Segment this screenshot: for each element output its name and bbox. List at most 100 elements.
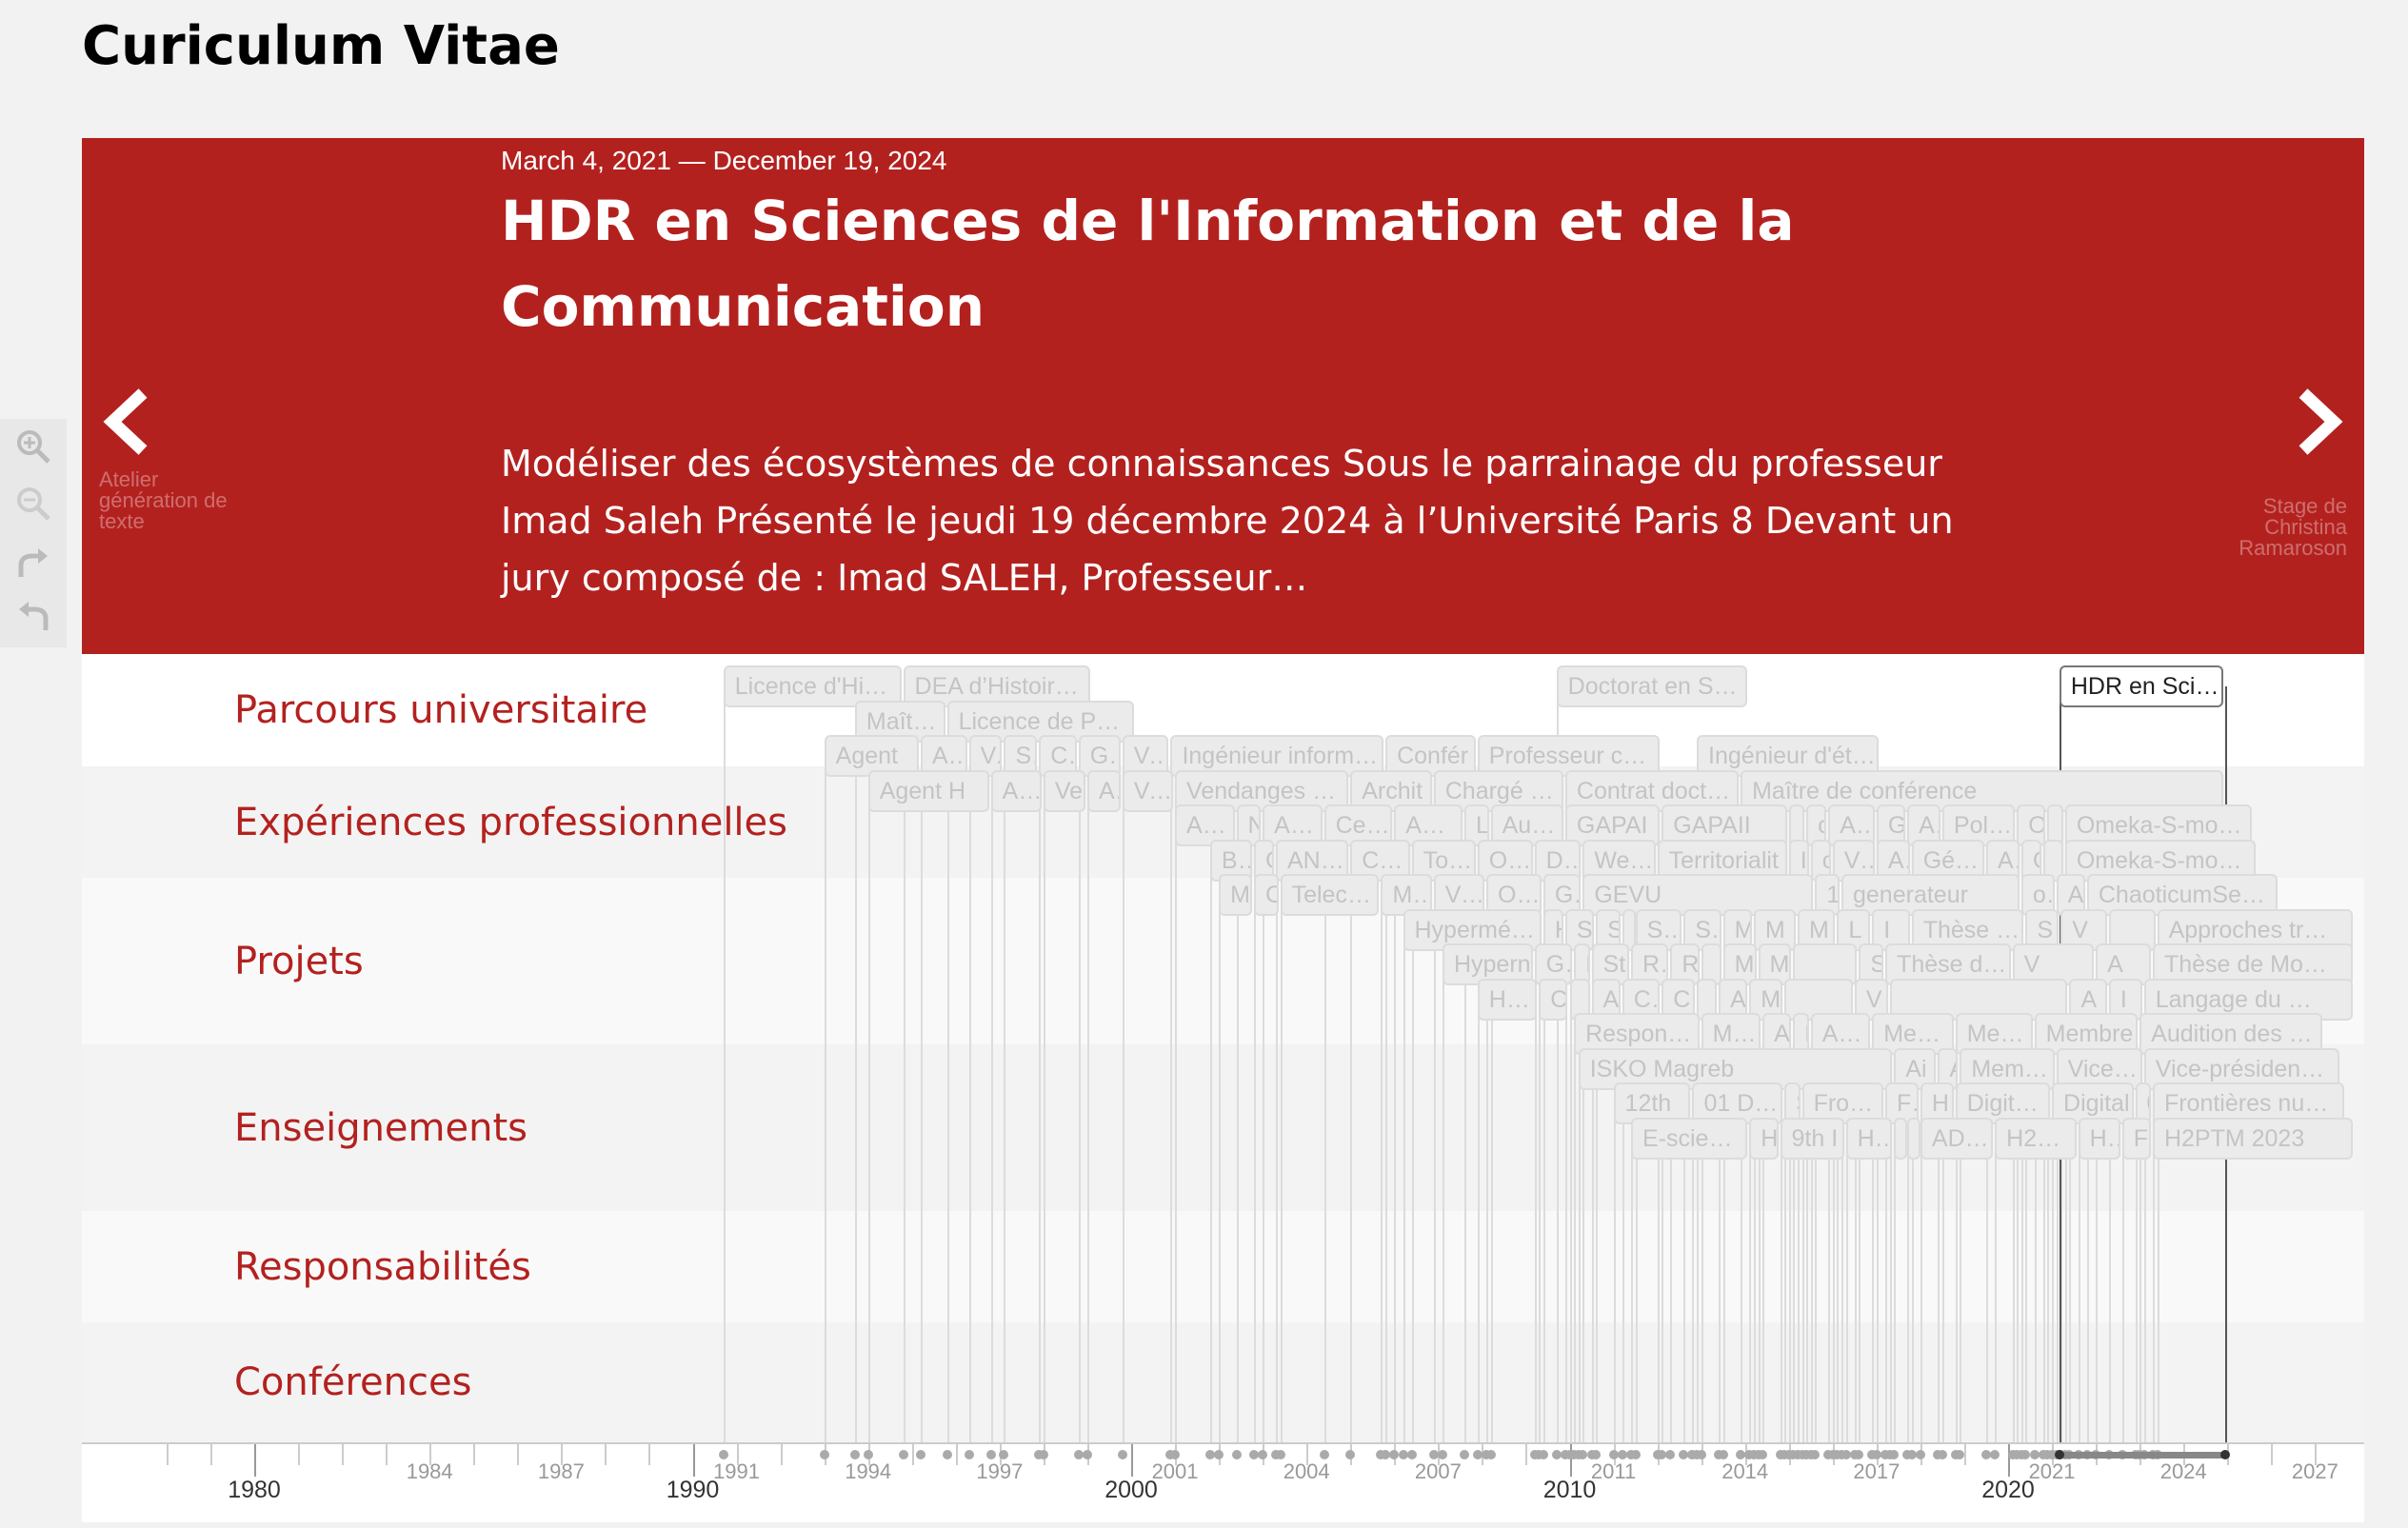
axis-event-dot[interactable]	[718, 1450, 728, 1459]
axis-event-dot[interactable]	[1841, 1450, 1851, 1459]
event-connector-line	[1086, 790, 1089, 1442]
event-marker[interactable]: M	[1219, 874, 1252, 916]
axis-event-dot[interactable]	[1687, 1450, 1698, 1459]
axis-event-dot[interactable]	[1889, 1450, 1900, 1459]
event-connector-line	[946, 721, 949, 1442]
event-marker[interactable]: H2PTM 2023	[2152, 1117, 2353, 1160]
axis-tick-label-major: 1980	[228, 1477, 281, 1503]
axis-tick	[342, 1444, 345, 1465]
axis-event-dot[interactable]	[1117, 1450, 1127, 1459]
axis-event-dot[interactable]	[1915, 1450, 1925, 1459]
axis-event-dot[interactable]	[898, 1450, 908, 1459]
event-marker[interactable]: Vendan	[1122, 769, 1174, 812]
axis-event-dot[interactable]	[1459, 1450, 1469, 1459]
axis-event-dot[interactable]	[1214, 1450, 1224, 1459]
next-slide-button[interactable]: Stage de Christina Ramaroson	[2185, 387, 2347, 559]
timeline-time-axis[interactable]: 1984 1987 1991 1994 1997 2001 2004 2007 2011 2014…	[82, 1442, 2364, 1522]
axis-event-dot[interactable]	[985, 1450, 996, 1459]
event-marker[interactable]: Ve	[1043, 769, 1085, 812]
axis-event-dot[interactable]	[1170, 1450, 1181, 1459]
event-marker[interactable]: ADACE	[1920, 1117, 1994, 1160]
axis-event-dot[interactable]	[1933, 1450, 1943, 1459]
axis-event-dot[interactable]	[1714, 1450, 1724, 1459]
axis-event-dot[interactable]	[849, 1450, 860, 1459]
event-connector-line	[1275, 860, 1278, 1442]
axis-event-dot[interactable]	[1573, 1450, 1583, 1459]
axis-event-dot[interactable]	[942, 1450, 952, 1459]
axis-event-dot[interactable]	[1376, 1450, 1386, 1459]
zoom-in-icon[interactable]	[13, 427, 53, 466]
axis-event-dot[interactable]	[1406, 1450, 1417, 1459]
axis-event-dot[interactable]	[1534, 1450, 1544, 1459]
event-connector-line	[1920, 1138, 1922, 1442]
axis-tick-label: 2004	[1283, 1459, 1330, 1483]
axis-event-dot[interactable]	[1319, 1450, 1329, 1459]
event-marker[interactable]: E-science	[1630, 1117, 1748, 1160]
axis-active-dot[interactable]	[2054, 1450, 2064, 1459]
axis-event-dot[interactable]	[1586, 1450, 1597, 1459]
axis-event-dot[interactable]	[1038, 1450, 1048, 1459]
axis-event-dot[interactable]	[1955, 1450, 1965, 1459]
axis-event-dot[interactable]	[1867, 1450, 1878, 1459]
event-marker[interactable]: Doctorat en S…	[1556, 665, 1748, 707]
event-marker[interactable]: (	[1907, 1117, 1921, 1160]
axis-event-dot[interactable]	[1810, 1450, 1821, 1459]
axis-event-dot[interactable]	[1231, 1450, 1242, 1459]
timeline-navigator[interactable]: Parcours universitaire Expériences profe…	[82, 654, 2364, 1522]
axis-event-dot[interactable]	[1758, 1450, 1768, 1459]
event-marker[interactable]: C	[1539, 978, 1568, 1021]
event-marker[interactable]: Age	[990, 769, 1042, 812]
axis-event-dot[interactable]	[2029, 1450, 2040, 1459]
axis-event-dot[interactable]	[1775, 1450, 1785, 1459]
event-marker[interactable]: 9th I	[1780, 1117, 1844, 1160]
axis-event-dot[interactable]	[999, 1450, 1009, 1459]
zoom-out-icon[interactable]	[13, 484, 53, 524]
previous-slide-button[interactable]: Atelier génération de texte	[99, 387, 261, 532]
axis-event-dot[interactable]	[1082, 1450, 1092, 1459]
axis-event-dot[interactable]	[1258, 1450, 1268, 1459]
event-marker[interactable]: Ar	[1086, 769, 1121, 812]
axis-event-dot[interactable]	[1696, 1450, 1706, 1459]
event-marker[interactable]: C	[1253, 874, 1279, 916]
axis-event-dot[interactable]	[1652, 1450, 1662, 1459]
axis-event-dot[interactable]	[1345, 1450, 1356, 1459]
event-marker[interactable]: Telecom	[1280, 874, 1380, 916]
axis-event-dot[interactable]	[1437, 1450, 1447, 1459]
axis-event-dot[interactable]	[1398, 1450, 1408, 1459]
event-marker[interactable]: H2PTM	[1995, 1117, 2077, 1160]
undo-icon[interactable]	[13, 596, 53, 636]
axis-tick	[648, 1444, 651, 1465]
axis-event-dot[interactable]	[863, 1450, 873, 1459]
axis-event-dot[interactable]	[1625, 1450, 1636, 1459]
axis-event-dot[interactable]	[2007, 1450, 2018, 1459]
axis-tick-label: 2027	[2291, 1459, 2338, 1483]
event-connector-line	[1907, 1138, 1910, 1442]
event-marker[interactable]: H2F	[1845, 1117, 1893, 1160]
event-marker[interactable]: H	[1749, 1117, 1779, 1160]
axis-tick	[166, 1444, 169, 1465]
event-marker[interactable]: J	[1894, 1117, 1908, 1160]
axis-event-dot[interactable]	[1797, 1450, 1807, 1459]
axis-event-dot[interactable]	[915, 1450, 925, 1459]
axis-event-dot[interactable]	[1665, 1450, 1676, 1459]
axis-event-dot[interactable]	[1608, 1450, 1619, 1459]
axis-event-dot[interactable]	[1849, 1450, 1860, 1459]
event-marker[interactable]: H2F	[2078, 1117, 2120, 1160]
axis-event-dot[interactable]	[964, 1450, 974, 1459]
slide-headline: HDR en Sciences de l'Information et de l…	[501, 189, 1795, 339]
date-end: December 19, 2024	[712, 146, 947, 175]
axis-event-dot[interactable]	[1275, 1450, 1285, 1459]
event-marker[interactable]: Hype	[1477, 978, 1538, 1021]
axis-active-dot[interactable]	[2220, 1450, 2231, 1459]
event-connector-line	[1004, 756, 1006, 1442]
axis-event-dot[interactable]	[1248, 1450, 1259, 1459]
redo-icon[interactable]	[13, 543, 53, 583]
axis-event-dot[interactable]	[1744, 1450, 1755, 1459]
axis-event-dot[interactable]	[1482, 1450, 1491, 1459]
event-connector-line	[723, 686, 726, 1442]
event-marker[interactable]: Fro	[2121, 1117, 2151, 1160]
axis-event-dot[interactable]	[819, 1450, 829, 1459]
event-marker-active[interactable]: HDR en Scien…	[2059, 665, 2224, 707]
axis-event-dot[interactable]	[1990, 1450, 2000, 1459]
event-marker[interactable]: Agent H	[867, 769, 989, 812]
